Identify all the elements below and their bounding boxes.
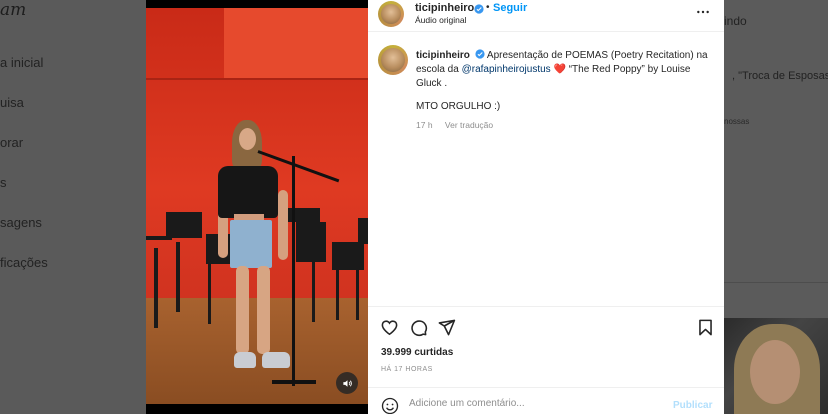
more-horizontal-icon[interactable]: [695, 4, 711, 20]
background-divider: [724, 282, 828, 283]
caption-author-avatar[interactable]: [378, 45, 408, 75]
nav-item-notifications: ficações: [0, 255, 48, 270]
action-bar: [368, 306, 724, 346]
likes-count[interactable]: 39.999 curtidas: [381, 347, 453, 358]
mute-toggle-button[interactable]: [336, 372, 358, 394]
comment-icon[interactable]: [409, 318, 428, 337]
background-suggestion-text: , "Troca de Esposas", ": [732, 70, 828, 82]
original-audio-link[interactable]: Áudio original: [415, 15, 467, 25]
heart-emoji: ❤️: [553, 64, 566, 75]
background-left-sidebar: am a inicial uisa orar s sagens ficações: [0, 0, 146, 414]
share-icon[interactable]: [437, 318, 456, 337]
nav-item-messages: sagens: [0, 215, 42, 230]
verified-badge-icon: [474, 4, 484, 14]
author-avatar[interactable]: [378, 1, 404, 27]
translate-link[interactable]: Ver tradução: [445, 120, 493, 130]
post-header: ticipinheiro • Seguir Áudio original: [368, 0, 724, 32]
background-right-title: indo: [724, 14, 747, 28]
header-separator: •: [486, 2, 490, 13]
nav-item-reels: s: [0, 175, 7, 190]
post-caption: ticipinheiro Apresentação de POEMAS (Poe…: [416, 49, 708, 91]
post-panel: ticipinheiro • Seguir Áudio original tic…: [368, 0, 724, 414]
publish-button[interactable]: Publicar: [673, 400, 712, 411]
post-timestamp: HÁ 17 HORAS: [381, 366, 433, 373]
instagram-logo: am: [0, 0, 27, 20]
follow-button[interactable]: Seguir: [493, 2, 527, 14]
caption-line-2: MTO ORGULHO :): [416, 101, 501, 112]
nav-item-search: uisa: [0, 95, 24, 110]
nav-item-explore: orar: [0, 135, 24, 150]
caption-meta: 17 h Ver tradução: [416, 120, 503, 130]
author-username[interactable]: ticipinheiro: [415, 2, 474, 14]
caption-username[interactable]: ticipinheiro: [416, 50, 470, 61]
post-media[interactable]: [146, 0, 368, 414]
nav-item-home: a inicial: [0, 55, 44, 70]
background-small-text: nossas: [724, 117, 750, 126]
heart-icon[interactable]: [380, 318, 399, 337]
speaker-icon: [342, 379, 352, 387]
video-frame: [146, 8, 368, 404]
bookmark-icon[interactable]: [696, 318, 715, 337]
comment-input[interactable]: [409, 398, 649, 409]
emoji-icon[interactable]: [381, 397, 399, 414]
caption-verified-badge-icon: [475, 49, 485, 59]
background-story-photo: [724, 318, 828, 414]
caption-time: 17 h: [416, 120, 433, 130]
comment-bar: Publicar: [368, 387, 724, 414]
caption-mention-link[interactable]: @rafapinheirojustus: [462, 64, 551, 75]
